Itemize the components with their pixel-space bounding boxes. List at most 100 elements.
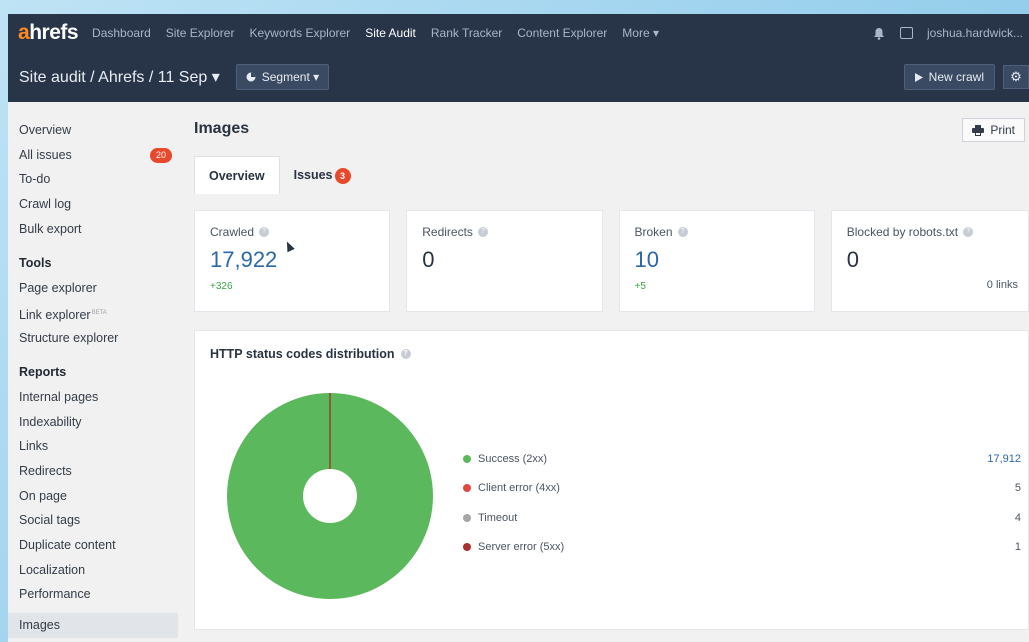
legend-row-client-error[interactable]: Client error (4xx) 5 <box>463 474 1021 504</box>
sidebar-item-label: On page <box>19 488 67 503</box>
sidebar-item-label: Duplicate content <box>19 538 116 552</box>
sidebar-item-all-issues[interactable]: All issues 20 <box>8 143 178 168</box>
sub-header: Site audit / Ahrefs / 11 Sep ▾ Segment ▾… <box>8 52 1029 102</box>
legend-label: Timeout <box>478 511 518 524</box>
nav-item-dashboard[interactable]: Dashboard <box>92 26 151 40</box>
print-label: Print <box>990 123 1015 137</box>
sidebar-item-bulk-export[interactable]: Bulk export <box>8 217 178 242</box>
tab-label: Issues <box>293 168 333 182</box>
sub-header-actions: New crawl ⚙ <box>903 64 1029 90</box>
nav-item-site-audit[interactable]: Site Audit <box>365 26 416 40</box>
info-icon[interactable]: ? <box>677 227 688 237</box>
nav-items: Dashboard Site Explorer Keywords Explore… <box>92 26 659 40</box>
sidebar-item-label: Overview <box>19 123 72 137</box>
nav-item-content-explorer[interactable]: Content Explorer <box>517 26 607 40</box>
card-links-count: 0 links <box>986 279 1018 291</box>
bell-icon[interactable] <box>872 26 886 40</box>
tab-bar: Overview Issues 3 <box>194 156 365 194</box>
nav-item-more[interactable]: More ▾ <box>622 26 659 40</box>
stat-cards: Crawled? 17,922 +326 Redirects? 0 Broken… <box>194 210 1029 312</box>
sidebar-item-label: Bulk export <box>19 221 82 236</box>
sidebar-item-internal-pages[interactable]: Internal pages <box>8 385 178 410</box>
printer-icon <box>972 124 985 136</box>
info-icon[interactable]: ? <box>259 227 270 237</box>
legend-value: 5 <box>1014 482 1021 495</box>
sidebar-item-label: Redirects <box>19 463 72 478</box>
window-icon[interactable] <box>899 27 913 39</box>
sidebar-item-label: Link explorer <box>19 307 91 322</box>
legend-row-timeout[interactable]: Timeout 4 <box>463 503 1021 533</box>
card-value[interactable]: 10 <box>635 247 799 273</box>
sidebar-item-label: Crawl log <box>19 197 72 212</box>
sidebar-item-crawl-log[interactable]: Crawl log <box>8 192 178 217</box>
legend-dot <box>463 454 471 463</box>
legend-row-server-error[interactable]: Server error (5xx) 1 <box>463 533 1021 563</box>
status-donut-chart <box>226 393 433 599</box>
app-window: ahrefs Dashboard Site Explorer Keywords … <box>8 14 1029 642</box>
sidebar-item-indexability[interactable]: Indexability <box>8 410 178 435</box>
ahrefs-logo[interactable]: ahrefs <box>18 21 79 45</box>
top-navigation: ahrefs Dashboard Site Explorer Keywords … <box>8 14 1029 52</box>
legend-label: Success (2xx) <box>478 452 548 465</box>
info-icon[interactable]: ? <box>963 227 974 237</box>
stat-card-redirects[interactable]: Redirects? 0 <box>406 210 603 312</box>
sidebar-item-overview[interactable]: Overview <box>8 118 178 143</box>
nav-right: joshua.hardwick... <box>872 26 1029 40</box>
sidebar-item-page-explorer[interactable]: Page explorer <box>8 276 178 301</box>
play-icon <box>914 72 923 82</box>
breadcrumb[interactable]: Site audit / Ahrefs / 11 Sep ▾ <box>19 67 220 87</box>
legend-value: 1 <box>1014 541 1021 554</box>
sidebar-item-on-page[interactable]: On page <box>8 484 178 509</box>
sidebar-item-duplicate-content[interactable]: Duplicate content <box>8 533 178 558</box>
sidebar-item-label: Localization <box>19 562 86 577</box>
card-label-text: Blocked by robots.txt <box>846 225 959 239</box>
sidebar-item-structure-explorer[interactable]: Structure explorer <box>8 326 178 351</box>
legend-dot <box>463 543 471 552</box>
nav-item-rank-tracker[interactable]: Rank Tracker <box>431 26 502 40</box>
stat-card-crawled[interactable]: Crawled? 17,922 +326 <box>194 210 391 312</box>
tab-label: Overview <box>209 169 265 183</box>
sidebar-item-label: Structure explorer <box>19 330 119 345</box>
stat-card-blocked-robots[interactable]: Blocked by robots.txt? 0 0 links <box>830 210 1029 312</box>
stat-card-broken[interactable]: Broken? 10 +5 <box>618 210 815 312</box>
card-label: Crawled? <box>210 225 374 239</box>
nav-item-keywords-explorer[interactable]: Keywords Explorer <box>249 26 350 40</box>
pie-chart-icon <box>246 72 256 82</box>
sidebar: Overview All issues 20 To-do Crawl log Bu… <box>8 102 178 642</box>
card-label: Blocked by robots.txt? <box>847 225 1013 239</box>
page-title: Images <box>194 120 250 137</box>
sidebar-item-social-tags[interactable]: Social tags <box>8 508 178 533</box>
sidebar-item-redirects[interactable]: Redirects <box>8 459 178 484</box>
sidebar-item-images[interactable]: Images <box>8 613 178 638</box>
segment-button[interactable]: Segment ▾ <box>235 64 330 90</box>
sidebar-item-links[interactable]: Links <box>8 434 178 459</box>
card-label-text: Crawled <box>210 225 255 239</box>
sidebar-item-to-do[interactable]: To-do <box>8 167 178 192</box>
card-label: Redirects? <box>422 225 586 239</box>
user-menu[interactable]: joshua.hardwick... <box>927 26 1023 40</box>
card-value: 0 <box>846 247 859 272</box>
info-icon[interactable]: ? <box>400 349 411 359</box>
new-crawl-button[interactable]: New crawl <box>903 64 995 90</box>
tab-overview[interactable]: Overview <box>194 156 280 194</box>
info-icon[interactable]: ? <box>477 227 488 237</box>
tab-issues[interactable]: Issues 3 <box>280 156 365 194</box>
sidebar-item-localization[interactable]: Localization <box>8 558 178 583</box>
legend-row-success[interactable]: Success (2xx) 17,912 <box>463 444 1021 474</box>
sidebar-item-link-explorer[interactable]: Link explorerBETA <box>8 301 178 326</box>
nav-item-site-explorer[interactable]: Site Explorer <box>166 26 235 40</box>
legend-label: Client error (4xx) <box>478 482 560 495</box>
legend-value[interactable]: 17,912 <box>987 453 1021 465</box>
issues-tab-badge: 3 <box>334 167 351 184</box>
legend-label: Server error (5xx) <box>478 541 565 554</box>
segment-label: Segment ▾ <box>261 70 320 84</box>
chart-legend: Success (2xx) 17,912 Client error (4xx) 5 Ti… <box>463 444 1021 562</box>
legend-dot <box>463 513 471 522</box>
donut-hole <box>303 469 357 523</box>
card-label: Broken? <box>635 225 799 239</box>
settings-button[interactable]: ⚙ <box>1003 65 1029 89</box>
card-value[interactable]: 17,922 <box>210 247 374 273</box>
legend-dot <box>463 484 471 493</box>
sidebar-item-performance[interactable]: Performance <box>8 582 178 607</box>
print-button[interactable]: Print <box>962 118 1025 142</box>
